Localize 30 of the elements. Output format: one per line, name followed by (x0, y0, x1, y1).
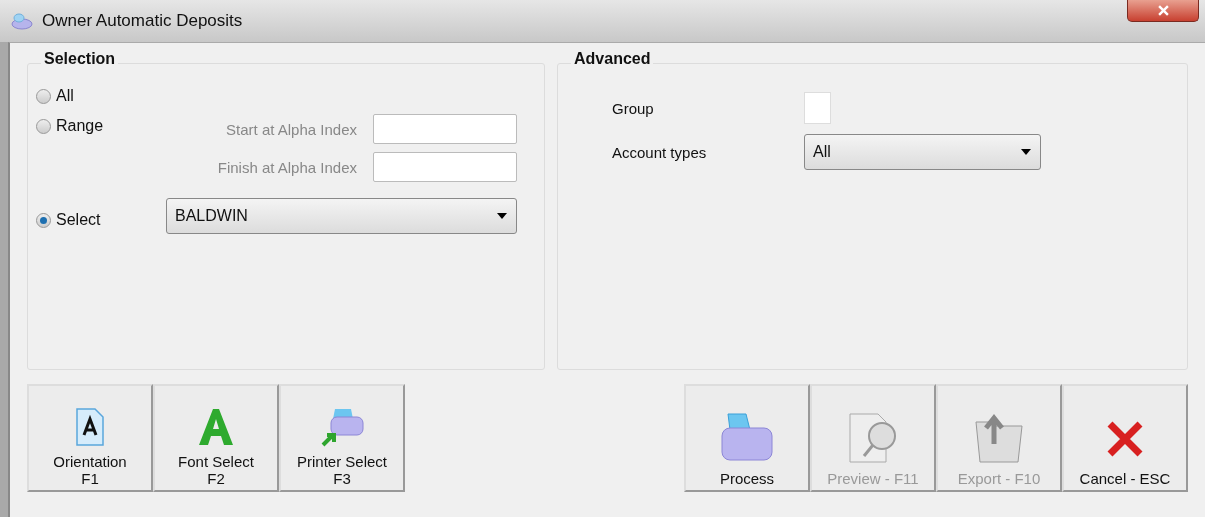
printer-icon (319, 406, 365, 447)
dropdown[interactable]: BALDWIN (166, 198, 517, 234)
radio-button[interactable] (36, 118, 51, 134)
radio-label: Select (56, 211, 101, 229)
toolbar-button[interactable]: Printer Select F3 (279, 384, 405, 492)
radio-button[interactable] (36, 212, 51, 228)
input-field[interactable] (373, 152, 517, 182)
close-button[interactable] (1127, 0, 1199, 22)
close-icon (1157, 5, 1169, 16)
toolbar-button[interactable]: Orientation F1 (27, 384, 153, 492)
toolbar-button[interactable]: Process (684, 384, 810, 492)
field-label: Start at Alpha Index (226, 120, 357, 138)
radio-label: All (56, 87, 74, 105)
radio-label: Range (56, 117, 104, 135)
cloud-icon (10, 12, 34, 30)
account-types-label: Account types (612, 143, 708, 161)
dropdown[interactable]: All (804, 134, 1041, 170)
group-label: Group (612, 99, 655, 117)
document-icon (75, 406, 105, 447)
caret-icon (1021, 149, 1031, 155)
toolbar-button[interactable]: Font Select F2 (153, 384, 279, 492)
window-title: Owner Automatic Deposits (42, 11, 243, 31)
input-field[interactable] (373, 114, 517, 144)
checkbox[interactable] (804, 92, 831, 124)
radio-button[interactable] (36, 88, 51, 104)
printer-icon (720, 411, 774, 464)
caret-icon (497, 213, 507, 219)
letter-icon (196, 406, 236, 447)
toolbar-button[interactable]: Cancel - ESC (1062, 384, 1188, 492)
field-label: Finish at Alpha Index (217, 158, 357, 176)
